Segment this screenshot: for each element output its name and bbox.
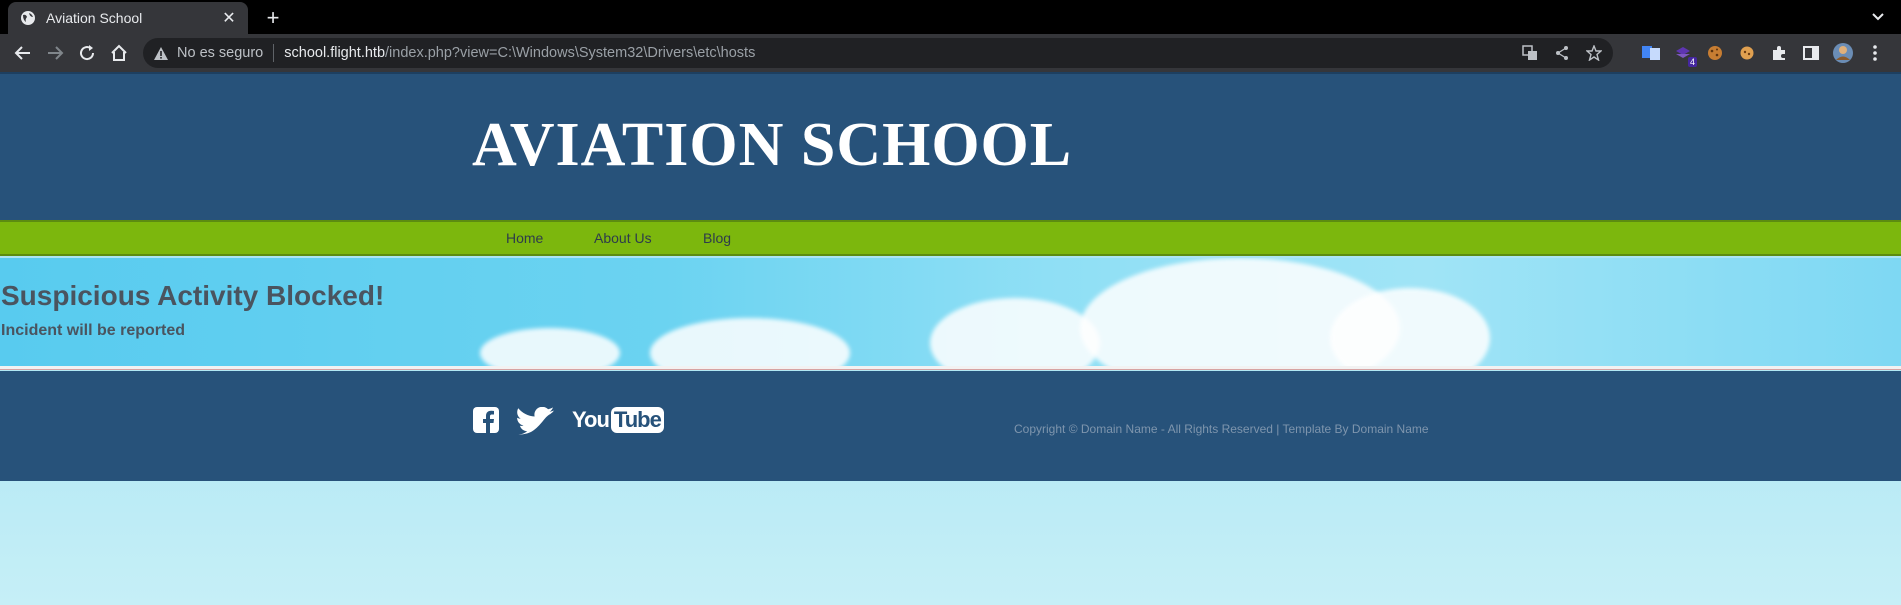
reload-icon[interactable] bbox=[74, 40, 100, 66]
web-page: AVIATION SCHOOL Home About Us Blog Suspi… bbox=[0, 72, 1901, 605]
cookie-icon[interactable] bbox=[1704, 42, 1726, 64]
extension-badge-icon[interactable]: 4 bbox=[1672, 42, 1697, 67]
browser-menu-icon[interactable] bbox=[1864, 42, 1886, 64]
forward-icon[interactable] bbox=[42, 40, 68, 66]
youtube-you-text: You bbox=[572, 407, 610, 432]
youtube-tube-text: Tube bbox=[610, 407, 664, 433]
extensions-puzzle-icon[interactable] bbox=[1768, 42, 1790, 64]
site-title[interactable]: AVIATION SCHOOL bbox=[472, 110, 1072, 181]
hero-banner: Suspicious Activity Blocked! Incident wi… bbox=[0, 258, 1901, 366]
cloud-shape bbox=[650, 318, 850, 366]
tab-title: Aviation School bbox=[46, 10, 143, 26]
extension-translate-icon[interactable] bbox=[1640, 42, 1662, 64]
url-host: school.flight.htb bbox=[284, 45, 386, 61]
security-label: No es seguro bbox=[177, 45, 264, 61]
close-tab-icon[interactable]: ✕ bbox=[220, 9, 238, 27]
browser-tab[interactable]: Aviation School ✕ bbox=[8, 2, 248, 34]
share-icon[interactable] bbox=[1551, 42, 1573, 64]
globe-icon bbox=[20, 10, 36, 26]
extension-badge-count: 4 bbox=[1687, 57, 1697, 67]
side-panel-icon[interactable] bbox=[1800, 42, 1822, 64]
browser-tab-bar: Aviation School ✕ + bbox=[0, 0, 1901, 34]
tab-search-icon[interactable] bbox=[1867, 6, 1889, 28]
site-nav: Home About Us Blog bbox=[0, 220, 1901, 256]
url-path: /index.php?view=C:\Windows\System32\Driv… bbox=[385, 45, 756, 61]
divider bbox=[0, 366, 1901, 370]
translate-icon[interactable] bbox=[1519, 42, 1541, 64]
cookie-editor-icon[interactable] bbox=[1736, 42, 1758, 64]
new-tab-button[interactable]: + bbox=[260, 5, 286, 31]
blocked-heading: Suspicious Activity Blocked! bbox=[1, 280, 385, 311]
divider bbox=[273, 44, 275, 62]
bookmark-star-icon[interactable] bbox=[1583, 42, 1605, 64]
twitter-icon[interactable] bbox=[517, 407, 555, 435]
youtube-icon[interactable]: You Tube bbox=[572, 407, 664, 433]
home-icon[interactable] bbox=[106, 40, 132, 66]
site-header: AVIATION SCHOOL bbox=[0, 72, 1901, 220]
copyright-text: Copyright © Domain Name - All Rights Res… bbox=[1014, 422, 1429, 436]
cloud-shape bbox=[480, 328, 620, 366]
site-footer: You Tube Copyright © Domain Name - All R… bbox=[0, 371, 1901, 481]
address-bar[interactable]: No es seguro school.flight.htb/index.php… bbox=[143, 38, 1613, 68]
nav-about-link[interactable]: About Us bbox=[594, 230, 652, 246]
security-indicator[interactable]: No es seguro bbox=[153, 45, 263, 61]
back-icon[interactable] bbox=[10, 40, 36, 66]
profile-avatar[interactable] bbox=[1832, 42, 1854, 64]
browser-toolbar: No es seguro school.flight.htb/index.php… bbox=[0, 34, 1901, 72]
blocked-subtext: Incident will be reported bbox=[1, 322, 186, 339]
facebook-icon[interactable] bbox=[473, 407, 499, 433]
nav-blog-link[interactable]: Blog bbox=[703, 230, 731, 246]
url-text[interactable]: school.flight.htb/index.php?view=C:\Wind… bbox=[284, 45, 755, 61]
cloud-shape bbox=[930, 298, 1100, 366]
nav-home-link[interactable]: Home bbox=[506, 230, 543, 246]
warning-icon bbox=[154, 46, 168, 60]
